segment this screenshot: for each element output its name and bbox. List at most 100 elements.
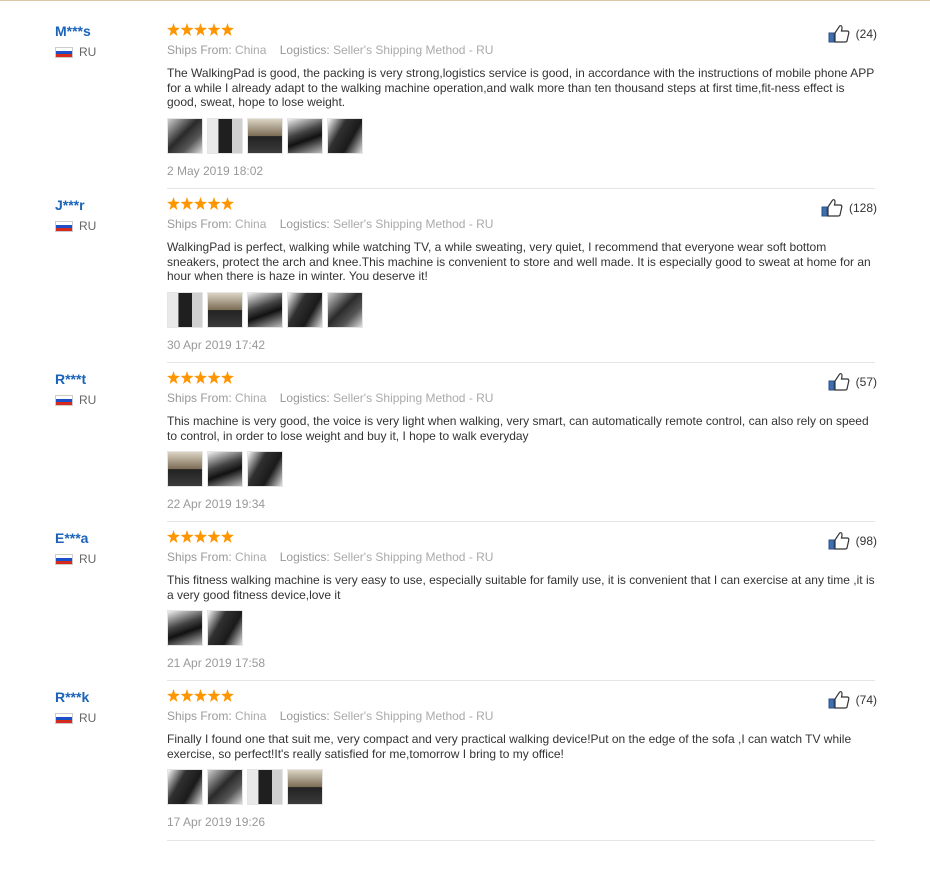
review-photo-thumbnail[interactable] — [207, 451, 243, 488]
logistics-label: Logistics: — [279, 217, 330, 231]
ships-from-label: Ships From: — [167, 709, 232, 723]
like-count: (98) — [855, 534, 877, 548]
country-code: RU — [79, 711, 97, 725]
ships-from-label: Ships From: — [167, 550, 232, 564]
star-icon — [194, 689, 207, 702]
review-photo-thumbnail[interactable] — [167, 769, 203, 806]
reviewer-name[interactable]: E***a — [55, 530, 155, 546]
reviewer-name[interactable]: R***t — [55, 371, 155, 387]
star-icon — [207, 530, 221, 543]
reviewer-name[interactable]: J***r — [55, 197, 155, 213]
like-count: (74) — [855, 693, 877, 707]
star-icon — [167, 23, 180, 36]
country-code: RU — [79, 219, 97, 233]
reviewer-info: E***a RU — [55, 530, 155, 566]
ships-from-label: Ships From: — [167, 217, 232, 231]
review-photos — [167, 117, 875, 154]
review-photos — [167, 769, 875, 806]
review-photo-thumbnail[interactable] — [327, 291, 363, 328]
review-photo-thumbnail[interactable] — [207, 610, 243, 647]
logistics-label: Logistics: — [279, 709, 330, 723]
thumbs-up-icon — [828, 532, 850, 550]
logistics-value: Seller's Shipping Method - RU — [333, 391, 494, 405]
review-content: Ships From: China Logistics: Seller's Sh… — [167, 371, 875, 511]
russia-flag-icon — [55, 46, 73, 58]
ships-from-value: China — [235, 709, 267, 723]
review-photos — [167, 610, 875, 647]
review-photo-thumbnail[interactable] — [287, 291, 323, 328]
star-icon — [207, 197, 221, 210]
review-date: 2 May 2019 18:02 — [167, 163, 264, 178]
review-photo-thumbnail[interactable] — [247, 451, 283, 488]
review-divider — [167, 680, 875, 681]
shipping-info: Ships From: China Logistics: Seller's Sh… — [167, 43, 875, 57]
reviewer-country: RU — [55, 552, 155, 566]
reviewer-country: RU — [55, 219, 155, 233]
star-icon — [221, 23, 234, 36]
review-photos — [167, 291, 875, 328]
top-border — [0, 0, 930, 1]
reviewer-country: RU — [55, 45, 155, 59]
thumbs-up-icon — [828, 691, 850, 709]
review-photo-thumbnail[interactable] — [247, 117, 283, 154]
reviewer-info: R***k RU — [55, 689, 155, 725]
review-photo-thumbnail[interactable] — [167, 610, 203, 647]
logistics-label: Logistics: — [279, 550, 330, 564]
review-text: WalkingPad is perfect, walking while wat… — [167, 240, 871, 284]
country-code: RU — [79, 393, 97, 407]
shipping-info: Ships From: China Logistics: Seller's Sh… — [167, 550, 875, 564]
review-photo-thumbnail[interactable] — [167, 291, 203, 328]
star-icon — [180, 689, 194, 702]
review-photo-thumbnail[interactable] — [247, 769, 283, 806]
review-photos — [167, 451, 875, 488]
review-photo-thumbnail[interactable] — [287, 117, 323, 154]
ships-from-value: China — [235, 217, 267, 231]
star-icon — [194, 23, 207, 36]
review-content: Ships From: China Logistics: Seller's Sh… — [167, 689, 875, 829]
like-button[interactable]: (57) — [828, 373, 877, 391]
star-icon — [180, 197, 194, 210]
review-divider — [167, 521, 875, 522]
star-icon — [207, 689, 221, 702]
star-icon — [167, 530, 180, 543]
review-photo-thumbnail[interactable] — [287, 769, 323, 806]
review-text: The WalkingPad is good, the packing is v… — [167, 66, 875, 110]
star-icon — [180, 371, 194, 384]
star-icon — [180, 530, 194, 543]
review-photo-thumbnail[interactable] — [167, 451, 203, 488]
thumbs-up-icon — [821, 199, 843, 217]
like-count: (57) — [855, 375, 877, 389]
ships-from-label: Ships From: — [167, 43, 232, 57]
reviewer-name[interactable]: M***s — [55, 23, 155, 39]
logistics-label: Logistics: — [279, 391, 330, 405]
review-content: Ships From: China Logistics: Seller's Sh… — [167, 23, 875, 178]
like-button[interactable]: (98) — [828, 532, 877, 550]
like-button[interactable]: (128) — [821, 199, 877, 217]
review-content: Ships From: China Logistics: Seller's Sh… — [167, 197, 875, 352]
review-divider — [167, 362, 875, 363]
star-icon — [180, 23, 194, 36]
like-count: (24) — [855, 27, 877, 41]
star-icon — [221, 689, 234, 702]
logistics-value: Seller's Shipping Method - RU — [333, 217, 494, 231]
reviewer-info: M***s RU — [55, 23, 155, 59]
reviewer-name[interactable]: R***k — [55, 689, 155, 705]
star-rating — [167, 197, 875, 211]
review-photo-thumbnail[interactable] — [327, 117, 363, 154]
review-photo-thumbnail[interactable] — [207, 291, 243, 328]
review-photo-thumbnail[interactable] — [247, 291, 283, 328]
like-button[interactable]: (24) — [828, 25, 877, 43]
country-code: RU — [79, 552, 97, 566]
review-photo-thumbnail[interactable] — [207, 769, 243, 806]
like-button[interactable]: (74) — [828, 691, 877, 709]
review-photo-thumbnail[interactable] — [207, 117, 243, 154]
thumbs-up-icon — [828, 373, 850, 391]
star-icon — [167, 689, 180, 702]
shipping-info: Ships From: China Logistics: Seller's Sh… — [167, 709, 875, 723]
like-count: (128) — [848, 201, 877, 215]
russia-flag-icon — [55, 712, 73, 724]
star-rating — [167, 689, 875, 703]
review-photo-thumbnail[interactable] — [167, 117, 203, 154]
review-date: 21 Apr 2019 17:58 — [167, 656, 266, 671]
review-content: Ships From: China Logistics: Seller's Sh… — [167, 530, 875, 670]
